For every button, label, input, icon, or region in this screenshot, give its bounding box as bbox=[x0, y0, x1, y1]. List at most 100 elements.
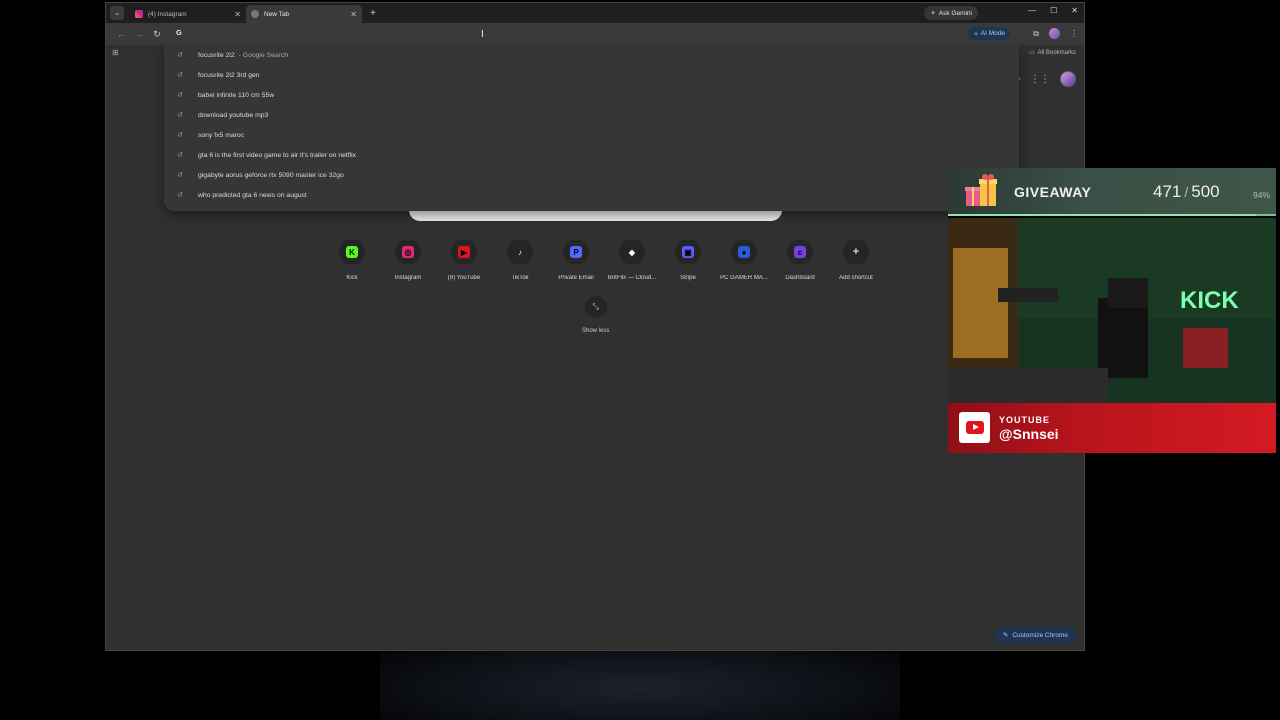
screen: ⌄ (4) Instagram ✕ New Tab ✕ + ✦ Ask Gemi… bbox=[0, 0, 1280, 720]
history-icon: ↺ bbox=[177, 52, 183, 59]
browser-window: ⌄ (4) Instagram ✕ New Tab ✕ + ✦ Ask Gemi… bbox=[105, 2, 1085, 651]
shortcut-tile[interactable]: c Dashboard bbox=[772, 239, 828, 281]
suggestion-text: sony fx5 maroc bbox=[198, 131, 245, 139]
reload-icon[interactable]: ↻ bbox=[148, 29, 166, 40]
suggestion-text: gigabyte aorus geforce rtx 5090 master i… bbox=[198, 171, 344, 179]
suggestion-subtext: - Google Search bbox=[238, 51, 289, 59]
shortcut-icon-circle: ● bbox=[731, 239, 757, 265]
shortcut-tile[interactable]: ▣ Stripe bbox=[660, 239, 716, 281]
extensions-puzzle-icon[interactable]: ⧉ bbox=[1033, 29, 1039, 39]
shortcut-label: TikTok bbox=[511, 275, 529, 281]
shortcut-tile[interactable]: + Add shortcut bbox=[828, 239, 884, 281]
ai-sparkle-icon: ✧ bbox=[973, 30, 979, 38]
tab-instagram[interactable]: (4) Instagram ✕ bbox=[130, 5, 246, 23]
webcam-feed: KICK bbox=[948, 218, 1276, 403]
shortcuts-row: K Kick ◎ Instagram ▶ (9) YouTube ♪ TikTok P Priva… bbox=[324, 239, 884, 281]
shortcut-tile[interactable]: ▶ (9) YouTube bbox=[436, 239, 492, 281]
profile-avatar[interactable] bbox=[1049, 28, 1060, 39]
folder-icon: ▭ bbox=[1028, 50, 1035, 56]
youtube-icon: ▶ bbox=[458, 246, 470, 258]
window-controls: — ☐ ✕ bbox=[1028, 6, 1078, 15]
ntp-header-actions: ges ⋮⋮ bbox=[1010, 71, 1076, 87]
history-icon: ↺ bbox=[177, 192, 183, 199]
history-icon: ↺ bbox=[177, 152, 183, 159]
suggestion-item[interactable]: ↺ focusrite 2i2 3rd gen bbox=[164, 65, 1019, 85]
tab-title: New Tab bbox=[264, 10, 290, 18]
apps-grid-icon[interactable]: ⊞ bbox=[112, 48, 119, 57]
shortcut-label: Kick bbox=[346, 275, 358, 281]
history-icon: ↺ bbox=[177, 112, 183, 119]
suggestion-item[interactable]: ↺ gigabyte aorus geforce rtx 5090 master … bbox=[164, 165, 1019, 185]
ntp-profile-avatar[interactable] bbox=[1060, 71, 1076, 87]
giveaway-current: 471 bbox=[1153, 182, 1182, 201]
back-arrow-icon[interactable]: ← bbox=[112, 29, 130, 39]
more-menu-icon[interactable]: ⋮ bbox=[1070, 29, 1078, 38]
ask-gemini-button[interactable]: ✦ Ask Gemini bbox=[924, 6, 978, 20]
show-less-button[interactable]: ⤡ Show less bbox=[582, 296, 609, 334]
tiktok-icon: ♪ bbox=[518, 247, 522, 257]
shortcut-icon-circle: + bbox=[843, 239, 869, 265]
suggestion-text: who predicted gta 6 news on august bbox=[198, 191, 307, 199]
toolbar-actions: ⧉ ⋮ bbox=[1033, 28, 1078, 39]
history-icon: ↺ bbox=[177, 172, 183, 179]
shortcut-icon-circle: ♪ bbox=[507, 239, 533, 265]
youtube-logo-icon bbox=[959, 412, 990, 443]
chrome-icon bbox=[251, 10, 259, 18]
gift-icon bbox=[965, 174, 997, 206]
collapse-icon: ⤡ bbox=[584, 296, 607, 318]
new-tab-plus-icon[interactable]: + bbox=[370, 8, 376, 19]
close-tab-icon[interactable]: ✕ bbox=[350, 10, 357, 19]
maximize-icon[interactable]: ☐ bbox=[1050, 6, 1057, 15]
all-bookmarks-button[interactable]: ▭ All Bookmarks bbox=[1028, 49, 1076, 57]
customize-label: Customize Chrome bbox=[1012, 631, 1068, 639]
google-apps-icon[interactable]: ⋮⋮ bbox=[1030, 74, 1050, 85]
youtube-banner: YOUTUBE @Snnsei bbox=[948, 403, 1276, 453]
tab-title: (4) Instagram bbox=[148, 10, 187, 18]
customize-chrome-button[interactable]: ✎ Customize Chrome bbox=[994, 627, 1076, 643]
youtube-handle: @Snnsei bbox=[999, 426, 1059, 442]
minimize-icon[interactable]: — bbox=[1028, 6, 1036, 15]
shortcut-label: Dashboard bbox=[785, 275, 815, 281]
shortcut-tile[interactable]: ● PC GAMER MA... bbox=[716, 239, 772, 281]
shortcut-icon-circle: P bbox=[563, 239, 589, 265]
close-tab-icon[interactable]: ✕ bbox=[234, 10, 241, 19]
shortcut-icon-circle: ▶ bbox=[451, 239, 477, 265]
shortcut-tile[interactable]: ◎ Instagram bbox=[380, 239, 436, 281]
shortcut-tile[interactable]: K Kick bbox=[324, 239, 380, 281]
suggestion-item[interactable]: ↺ babel infinite 110 cm 55w bbox=[164, 85, 1019, 105]
giveaway-progress-bar bbox=[948, 214, 1257, 216]
giveaway-goal: 500 bbox=[1191, 182, 1220, 201]
suggestion-item[interactable]: ↺ sony fx5 maroc bbox=[164, 125, 1019, 145]
dashboard-icon: c bbox=[794, 246, 806, 258]
suggestion-item[interactable]: ↺ gta 6 is the first video game to air it… bbox=[164, 145, 1019, 165]
shortcut-label: BotFlix — Cloud... bbox=[607, 275, 657, 281]
shortcut-tile[interactable]: ♪ TikTok bbox=[492, 239, 548, 281]
history-icon: ↺ bbox=[177, 92, 183, 99]
forward-arrow-icon[interactable]: → bbox=[130, 29, 148, 39]
shortcut-icon-circle: ◎ bbox=[395, 239, 421, 265]
tab-new-tab[interactable]: New Tab ✕ bbox=[246, 5, 362, 23]
background-dim bbox=[380, 640, 900, 720]
private-email-icon: P bbox=[570, 246, 582, 258]
history-icon: ↺ bbox=[177, 132, 183, 139]
suggestion-text: focusrite 2i2 bbox=[198, 51, 235, 59]
shortcut-label: Private Email bbox=[558, 275, 594, 281]
show-less-label: Show less bbox=[582, 328, 610, 334]
suggestion-item[interactable]: ↺ who predicted gta 6 news on august bbox=[164, 185, 1019, 205]
all-bookmarks-label: All Bookmarks bbox=[1037, 49, 1076, 56]
plus-icon: + bbox=[850, 246, 862, 258]
giveaway-percent: 94% bbox=[1252, 190, 1270, 200]
omnibox-input[interactable]: G bbox=[176, 28, 182, 37]
close-window-icon[interactable]: ✕ bbox=[1071, 6, 1078, 15]
botflix-icon: ◆ bbox=[628, 247, 636, 257]
suggestion-item[interactable]: ↺ download youtube mp3 bbox=[164, 105, 1019, 125]
stripe-icon: ▣ bbox=[682, 246, 694, 258]
suggestion-text: focusrite 2i2 3rd gen bbox=[198, 71, 260, 79]
shortcut-tile[interactable]: ◆ BotFlix — Cloud... bbox=[604, 239, 660, 281]
suggestion-item[interactable]: ↺ focusrite 2i2- Google Search bbox=[164, 45, 1019, 65]
shortcut-icon-circle: K bbox=[339, 239, 365, 265]
ai-mode-button[interactable]: ✧ AI Mode bbox=[968, 27, 1010, 40]
shortcut-tile[interactable]: P Private Email bbox=[548, 239, 604, 281]
pc-gamer-icon: ● bbox=[738, 246, 750, 258]
tab-search-chevron-icon[interactable]: ⌄ bbox=[110, 6, 124, 20]
